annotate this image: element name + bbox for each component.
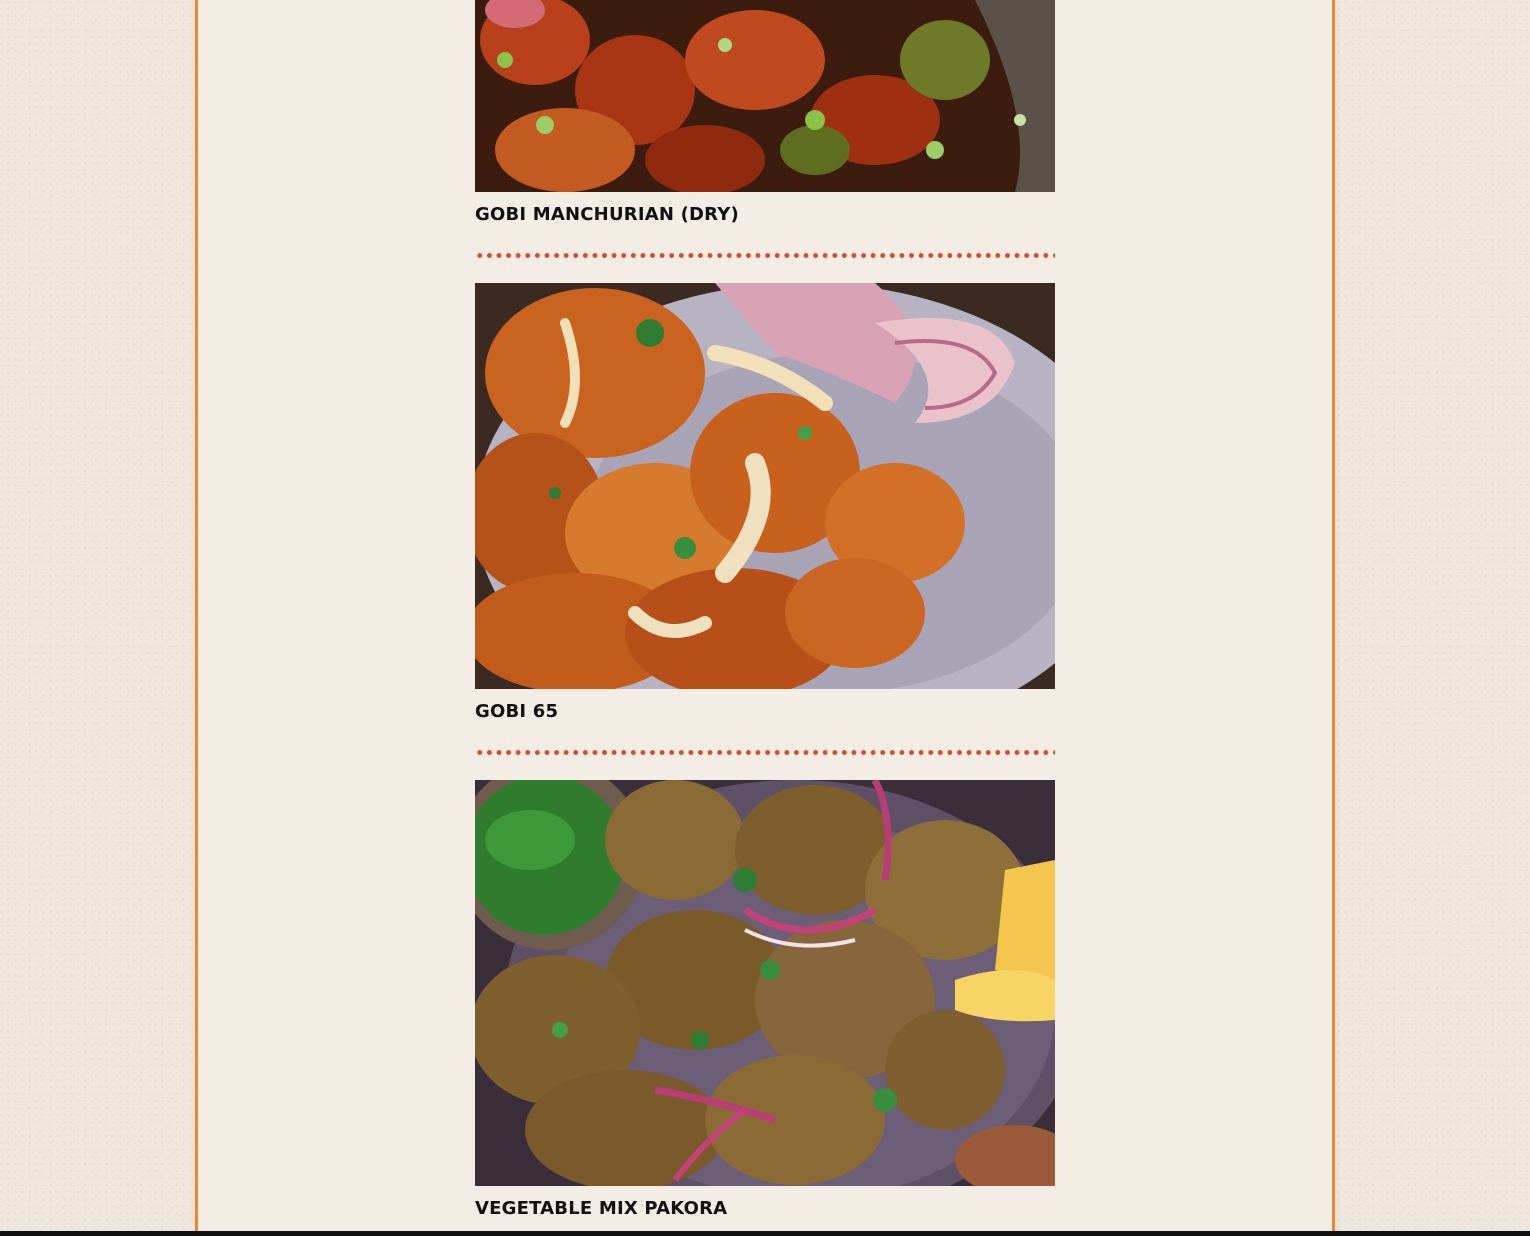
menu-item-vegetable-pakora[interactable]: VEGETABLE MIX PAKORA — [475, 780, 1055, 1220]
menu-item-name: VEGETABLE MIX PAKORA — [475, 1198, 728, 1219]
menu-item-name: GOBI 65 — [475, 701, 559, 722]
menu-item-gobi-manchurian[interactable]: GOBI MANCHURIAN (DRY) — [475, 0, 1055, 226]
menu-item-name: GOBI MANCHURIAN (DRY) — [475, 204, 739, 225]
gobi-65-photo[interactable] — [475, 283, 1055, 689]
dotted-divider — [475, 750, 1055, 755]
gobi-manchurian-photo[interactable] — [475, 0, 1055, 192]
menu-item-gobi-65[interactable]: GOBI 65 — [475, 283, 1055, 723]
vegetable-pakora-photo[interactable] — [475, 780, 1055, 1186]
window-bottom-edge — [0, 1231, 1530, 1236]
dotted-divider — [475, 253, 1055, 258]
